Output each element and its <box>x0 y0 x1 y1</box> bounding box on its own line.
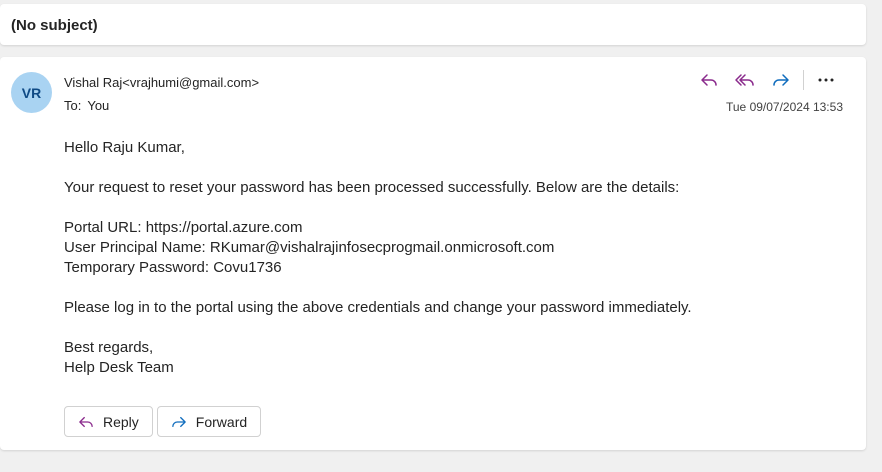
more-actions-button[interactable] <box>808 69 844 91</box>
forward-action-button[interactable] <box>763 69 799 91</box>
reply-all-action-button[interactable] <box>727 69 763 91</box>
body-greeting: Hello Raju Kumar, <box>64 139 185 156</box>
message-date: Tue 09/07/2024 13:53 <box>726 100 843 114</box>
subject-bar: (No subject) <box>0 4 866 45</box>
body-instruction: Please log in to the portal using the ab… <box>64 299 692 316</box>
sender-line[interactable]: Vishal Raj<vrajhumi@gmail.com> <box>64 75 259 90</box>
avatar-initials: VR <box>21 84 42 101</box>
reply-all-icon <box>735 74 754 86</box>
message-body: Hello Raju Kumar, Your request to reset … <box>64 138 844 378</box>
forward-button[interactable]: Forward <box>156 406 262 437</box>
action-divider <box>803 70 804 90</box>
forward-button-label: Forward <box>195 413 248 430</box>
email-subject: (No subject) <box>11 17 98 34</box>
forward-icon <box>773 74 789 86</box>
reply-action-button[interactable] <box>691 69 727 91</box>
message-card: VR Vishal Raj<vrajhumi@gmail.com> To: You <box>0 57 866 450</box>
body-portal-url: Portal URL: https://portal.azure.com <box>64 219 303 236</box>
forward-icon <box>170 415 188 429</box>
body-temp-password: Temporary Password: Covu1736 <box>64 259 282 276</box>
reply-button-label: Reply <box>103 413 139 430</box>
body-upn: User Principal Name: RKumar@vishalrajinf… <box>64 239 555 256</box>
to-label: To: <box>64 98 82 113</box>
footer-actions: Reply Forward <box>64 406 262 437</box>
body-intro: Your request to reset your password has … <box>64 179 680 196</box>
to-value[interactable]: You <box>87 98 109 113</box>
reply-icon <box>701 74 717 86</box>
recipient-line: To: You <box>64 98 109 113</box>
reply-icon <box>77 415 95 429</box>
reply-button[interactable]: Reply <box>64 406 153 437</box>
avatar[interactable]: VR <box>11 72 52 113</box>
body-signature: Help Desk Team <box>64 359 174 376</box>
more-icon <box>818 78 834 82</box>
message-actions <box>691 69 844 91</box>
body-closing: Best regards, <box>64 339 154 356</box>
